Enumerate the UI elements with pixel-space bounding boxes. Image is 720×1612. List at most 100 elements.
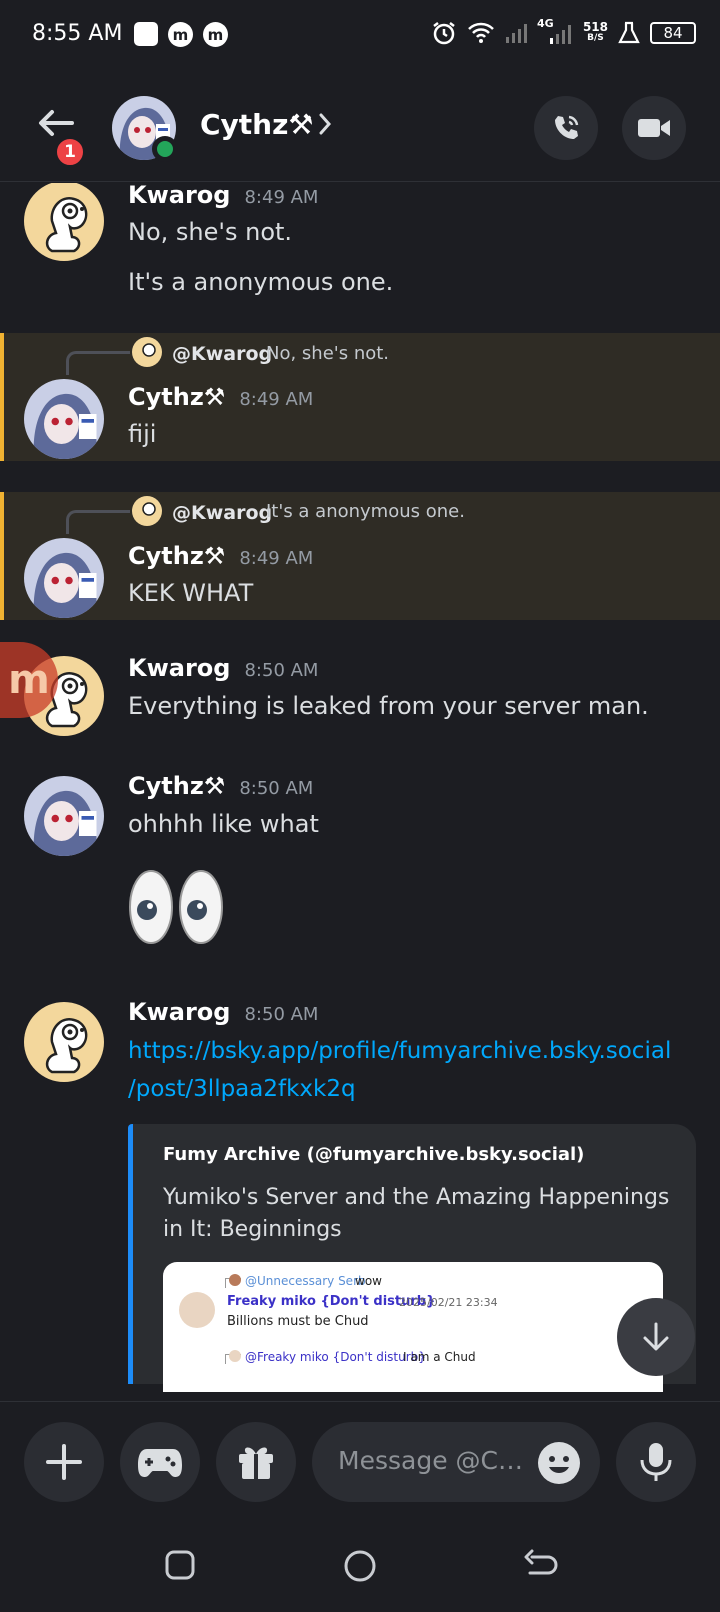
message-link[interactable]: https://bsky.app/profile/fumyarchive.bsk… bbox=[128, 1034, 671, 1106]
reply-avatar bbox=[132, 337, 162, 367]
message-timestamp: 8:50 AM bbox=[239, 778, 314, 799]
reply-connector bbox=[66, 351, 130, 375]
message-item-highlighted[interactable]: @Kwarog No, she's not. Cythz⚒ 8:49 AM fij… bbox=[0, 333, 720, 461]
eyes-emoji[interactable] bbox=[128, 868, 224, 946]
message-item[interactable]: m Kwarog 8:50 AM Everything is leaked fro… bbox=[0, 642, 720, 772]
message-author: Cythz⚒ 8:49 AM bbox=[128, 542, 313, 570]
status-time: 8:55 AM bbox=[32, 21, 123, 46]
message-author: Cythz⚒ 8:50 AM bbox=[128, 772, 313, 800]
author-name[interactable]: Cythz⚒ bbox=[128, 383, 225, 411]
square-notification-icon bbox=[134, 22, 158, 46]
voice-call-button[interactable] bbox=[534, 96, 598, 160]
message-item[interactable]: Kwarog 8:49 AM No, she's not. It's a anon… bbox=[0, 183, 720, 333]
activities-button[interactable] bbox=[120, 1422, 200, 1502]
embed-reply-name: @Freaky miko {Don't disturb} bbox=[245, 1350, 426, 1364]
message-timestamp: 8:50 AM bbox=[244, 660, 319, 681]
link-embed[interactable]: Fumy Archive (@fumyarchive.bsky.social) … bbox=[128, 1124, 696, 1392]
attach-button[interactable] bbox=[24, 1422, 104, 1502]
embed-date: 2025/02/21 23:34 bbox=[399, 1296, 498, 1309]
video-camera-icon bbox=[638, 119, 670, 137]
reply-connector bbox=[66, 510, 130, 534]
message-placeholder: Message @C… bbox=[338, 1446, 523, 1475]
cythz-avatar[interactable] bbox=[24, 776, 104, 856]
embed-reply-text: I am a Chud bbox=[403, 1350, 476, 1364]
signal-4g-icon: 4G bbox=[537, 17, 573, 45]
embed-reply-text: wow bbox=[355, 1274, 382, 1288]
plus-icon bbox=[46, 1444, 82, 1480]
message-timestamp: 8:49 AM bbox=[244, 187, 319, 208]
notification-icons: m m bbox=[134, 22, 228, 47]
gift-button[interactable] bbox=[216, 1422, 296, 1502]
embed-image[interactable]: @Unnecessary Serb wow Freaky miko {Don't… bbox=[163, 1262, 663, 1392]
message-text: fiji bbox=[128, 420, 157, 448]
online-status-indicator bbox=[152, 136, 178, 162]
reply-avatar bbox=[132, 496, 162, 526]
author-name[interactable]: Kwarog bbox=[128, 183, 230, 209]
message-timestamp: 8:49 AM bbox=[239, 389, 314, 410]
contact-name[interactable]: Cythz⚒ bbox=[200, 108, 314, 141]
message-text: KEK WHAT bbox=[128, 579, 254, 607]
unread-badge: 1 bbox=[54, 136, 86, 168]
message-text: No, she's not. bbox=[128, 218, 293, 246]
chevron-right-icon[interactable] bbox=[318, 112, 332, 136]
arrow-down-icon bbox=[643, 1322, 669, 1351]
system-nav-bar bbox=[0, 1521, 720, 1612]
embed-author[interactable]: Fumy Archive (@fumyarchive.bsky.social) bbox=[163, 1144, 584, 1165]
message-composer: Message @C… bbox=[0, 1401, 720, 1521]
miko-avatar bbox=[179, 1292, 215, 1328]
message-item-highlighted[interactable]: @Kwarog It's a anonymous one. Cythz⚒ 8:49… bbox=[0, 492, 720, 620]
m-app-icon: m bbox=[168, 22, 193, 47]
author-name[interactable]: Cythz⚒ bbox=[128, 542, 225, 570]
chat-header: 1 Cythz⚒ bbox=[0, 72, 720, 182]
recents-icon[interactable] bbox=[164, 1549, 196, 1581]
message-author: Kwarog 8:50 AM bbox=[128, 998, 318, 1026]
reply-preview[interactable]: No, she's not. bbox=[266, 343, 389, 364]
jump-to-bottom-button[interactable] bbox=[617, 1298, 695, 1376]
message-item[interactable]: Cythz⚒ 8:50 AM ohhhh like what bbox=[0, 772, 720, 990]
message-author: Cythz⚒ 8:49 AM bbox=[128, 383, 313, 411]
alarm-icon bbox=[433, 22, 455, 45]
message-input[interactable]: Message @C… bbox=[312, 1422, 600, 1502]
signal-icon bbox=[505, 24, 527, 43]
cythz-avatar[interactable] bbox=[24, 379, 104, 459]
speed-value: 518 bbox=[582, 20, 608, 34]
wifi-icon bbox=[468, 22, 494, 43]
speed-unit: B/S bbox=[587, 33, 604, 43]
link-line[interactable]: https://bsky.app/profile/fumyarchive.bsk… bbox=[128, 1034, 671, 1068]
reply-avatar bbox=[229, 1350, 241, 1362]
embed-title[interactable]: Yumiko's Server and the Amazing Happenin… bbox=[163, 1182, 673, 1246]
reply-author[interactable]: @Kwarog bbox=[172, 502, 272, 524]
author-name[interactable]: Kwarog bbox=[128, 998, 230, 1026]
message-text: It's a anonymous one. bbox=[128, 268, 394, 296]
back-icon[interactable] bbox=[524, 1549, 558, 1581]
reply-preview[interactable]: It's a anonymous one. bbox=[266, 501, 465, 522]
message-text: Everything is leaked from your server ma… bbox=[128, 692, 649, 720]
back-arrow-icon[interactable] bbox=[36, 108, 76, 138]
author-name[interactable]: Cythz⚒ bbox=[128, 772, 225, 800]
message-timestamp: 8:49 AM bbox=[239, 548, 314, 569]
embed-text: Billions must be Chud bbox=[227, 1314, 369, 1329]
flask-icon bbox=[618, 21, 640, 44]
embed-reply-name: @Unnecessary Serb bbox=[245, 1274, 366, 1288]
kwarog-avatar[interactable] bbox=[24, 183, 104, 261]
video-call-button[interactable] bbox=[622, 96, 686, 160]
author-name[interactable]: Kwarog bbox=[128, 654, 230, 682]
gamepad-icon bbox=[138, 1449, 182, 1477]
kwarog-avatar[interactable] bbox=[24, 1002, 104, 1082]
phone-call-icon bbox=[555, 115, 579, 139]
home-icon[interactable] bbox=[343, 1549, 377, 1583]
message-list[interactable]: Kwarog 8:49 AM No, she's not. It's a anon… bbox=[0, 183, 720, 1401]
reply-avatar bbox=[229, 1274, 241, 1286]
status-bar: 8:55 AM m m 4G 518 B/S 84 bbox=[0, 0, 720, 72]
voice-message-button[interactable] bbox=[616, 1422, 696, 1502]
message-text: ohhhh like what bbox=[128, 810, 319, 838]
link-line[interactable]: /post/3llpaa2fkxk2q bbox=[128, 1072, 671, 1106]
reply-author[interactable]: @Kwarog bbox=[172, 343, 272, 365]
cythz-avatar[interactable] bbox=[24, 538, 104, 618]
m-app-icon: m bbox=[203, 22, 228, 47]
emoji-icon[interactable] bbox=[536, 1440, 582, 1486]
gift-icon bbox=[239, 1447, 273, 1479]
system-icons: 4G 518 B/S 84 bbox=[431, 17, 696, 46]
message-author: Kwarog 8:50 AM bbox=[128, 654, 318, 682]
message-timestamp: 8:50 AM bbox=[244, 1004, 319, 1025]
